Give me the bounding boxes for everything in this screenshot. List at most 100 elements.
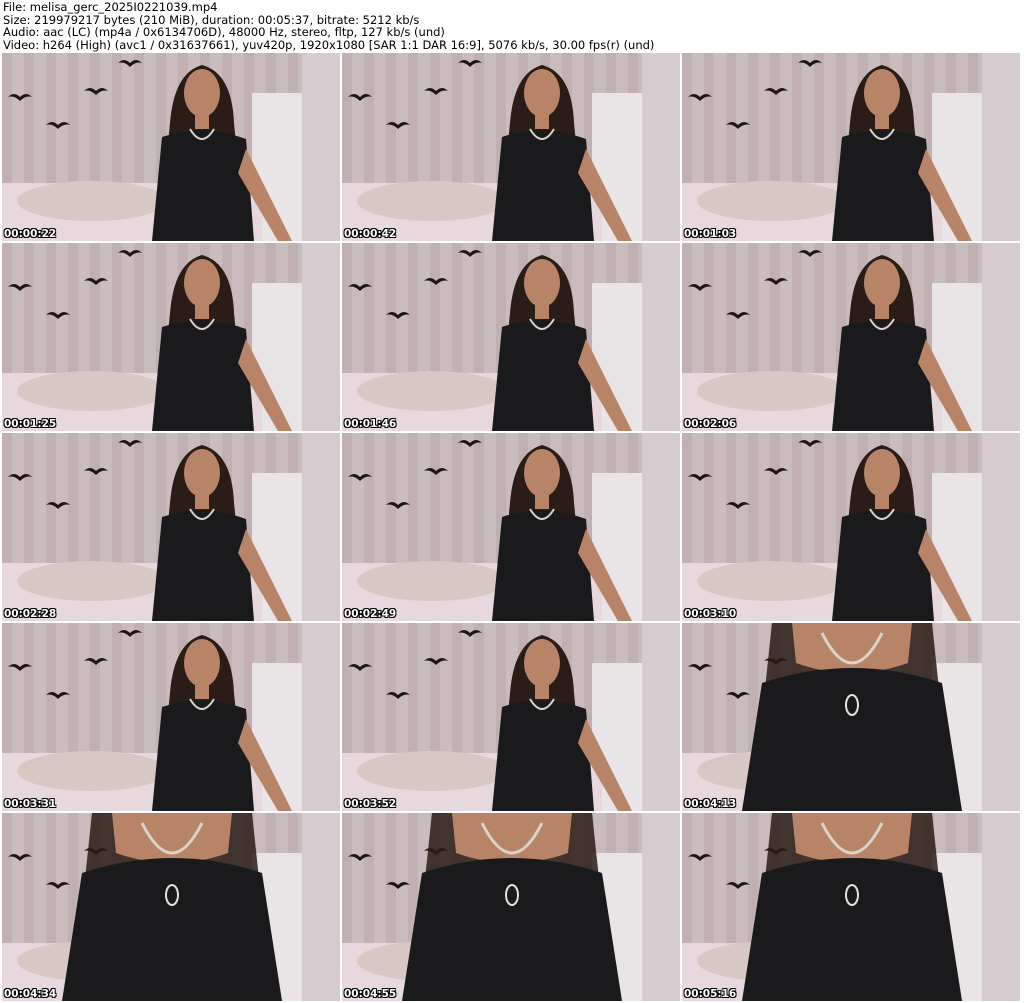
curtain-fold [386,433,396,563]
video-thumbnail: 00:04:55 [342,813,680,1001]
timestamp-label: 00:04:55 [344,988,397,1000]
thumbnail-frame-image [2,623,340,811]
chest [452,813,572,863]
door [982,623,1020,811]
black-top [742,858,962,1001]
thumbnail-frame-image [2,243,340,431]
curtain-fold [704,623,714,753]
timestamp-label: 00:03:31 [4,798,57,810]
black-top [832,510,934,621]
video-thumbnail: 00:05:16 [682,813,1020,1001]
door [302,433,340,621]
black-top [832,130,934,241]
curtain-fold [408,53,418,183]
curtain-fold [134,53,144,183]
curtain-fold [112,623,122,753]
curtain-fold [430,243,440,373]
curtain-fold [770,433,780,563]
thumbnail-frame-image [682,243,1020,431]
door [302,623,340,811]
curtain-fold [726,433,736,563]
door [982,433,1020,621]
file-name-line: File: melisa_gerc_2025I0221039.mp4 [3,0,218,14]
black-top [492,510,594,621]
timestamp-label: 00:04:13 [684,798,737,810]
curtain-fold [90,243,100,373]
thumbnail-frame-image [342,53,680,241]
timestamp-label: 00:01:25 [4,418,57,430]
curtain-fold [134,433,144,563]
curtain-fold [704,53,714,183]
curtain-fold [814,243,824,373]
curtain-fold [726,53,736,183]
timestamp-label: 00:02:06 [684,418,737,430]
video-thumbnail: 00:01:25 [2,243,340,431]
pillow [697,561,847,601]
thumbnail-frame-image [342,813,680,1001]
video-thumbnail: 00:02:06 [682,243,1020,431]
curtain-fold [408,243,418,373]
curtain-fold [682,623,692,753]
curtain-fold [726,623,736,753]
curtain-fold [770,53,780,183]
thumbnail-frame-image [2,433,340,621]
door [302,813,340,1001]
door [642,623,680,811]
curtain-fold [748,53,758,183]
black-top [152,130,254,241]
video-thumbnail: 00:01:03 [682,53,1020,241]
neck [875,493,889,509]
timestamp-label: 00:02:28 [4,608,57,620]
black-top [152,700,254,811]
curtain-fold [452,623,462,753]
chest [112,813,232,863]
curtain-fold [364,623,374,753]
curtain-fold [46,53,56,183]
thumbnail-frame-image [682,53,1020,241]
curtain-fold [704,433,714,563]
curtain-fold [46,433,56,563]
chest [792,813,912,863]
black-top [742,668,962,811]
door [302,243,340,431]
face [184,449,220,497]
video-thumbnail: 00:01:46 [342,243,680,431]
pillow [357,561,507,601]
curtain-fold [112,433,122,563]
black-top [492,320,594,431]
curtain-fold [430,623,440,753]
thumbnail-frame-image [342,243,680,431]
curtain-fold [386,813,396,943]
curtain-fold [46,243,56,373]
neck [535,303,549,319]
curtain-fold [2,623,12,753]
thumbnail-frame-image [682,623,1020,811]
black-top [492,700,594,811]
timestamp-label: 00:02:49 [344,608,397,620]
face [524,639,560,687]
door [642,813,680,1001]
timestamp-label: 00:04:34 [4,988,57,1000]
audio-info-line: Audio: aac (LC) (mp4a / 0x6134706D), 480… [3,25,445,39]
curtain-fold [134,623,144,753]
black-top [152,510,254,621]
curtain-fold [134,243,144,373]
thumbnail-frame-image [342,623,680,811]
timestamp-label: 00:03:52 [344,798,397,810]
video-thumbnail: 00:04:34 [2,813,340,1001]
curtain-fold [408,623,418,753]
curtain-fold [386,243,396,373]
curtain-fold [68,243,78,373]
pillow [697,371,847,411]
curtain-fold [2,433,12,563]
curtain-fold [748,243,758,373]
curtain-fold [430,53,440,183]
video-thumbnail: 00:00:42 [342,53,680,241]
curtain-fold [68,623,78,753]
neck [195,493,209,509]
curtain-fold [364,813,374,943]
file-info-header: File: melisa_gerc_2025I0221039.mp4 Size:… [0,0,1024,52]
chest [792,623,912,673]
curtain-fold [770,243,780,373]
curtain-fold [452,53,462,183]
